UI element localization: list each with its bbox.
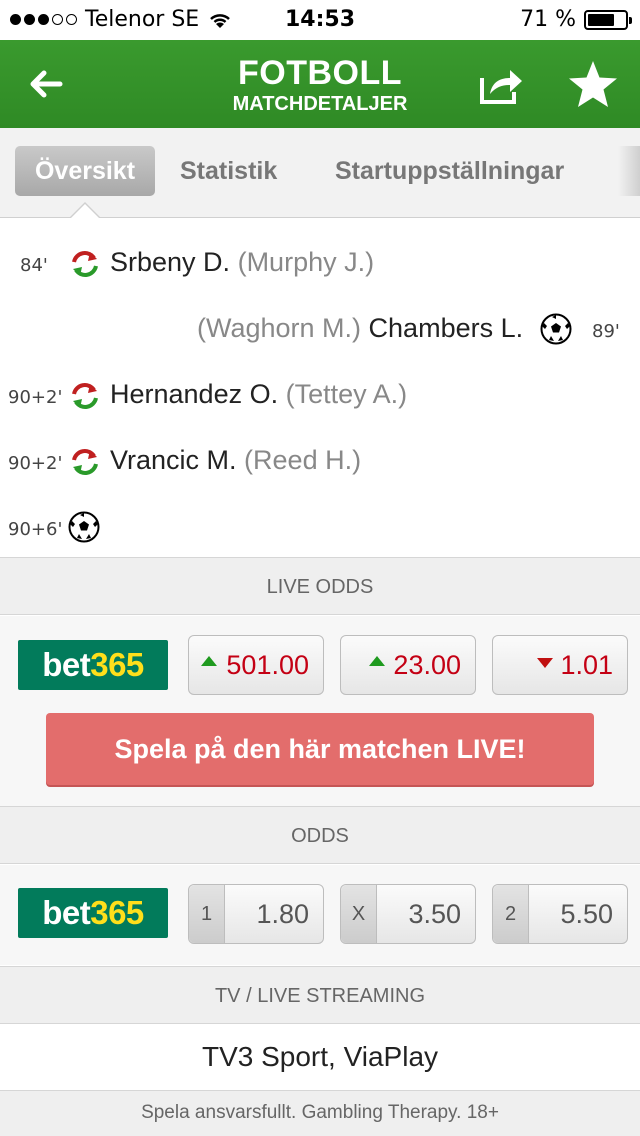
odd-draw-button[interactable]: X 3.50 [340,884,476,944]
event-row: 90+2' Vrancic M. (Reed H.) [0,435,640,485]
event-row: 84' Srbeny D. (Murphy J.) [0,237,640,287]
tab-startuppstallningar[interactable]: Startuppställningar [335,146,564,196]
odds-up-icon [369,656,385,666]
live-odd-draw-button[interactable]: 23.00 [340,635,476,695]
bet365-logo[interactable]: bet365 [18,888,168,938]
tab-oversikt[interactable]: Översikt [15,146,155,196]
player-out: (Reed H.) [244,445,362,475]
odd-label: 2 [493,885,529,943]
tab-scroll-fade [618,146,640,196]
odd-label: 1 [189,885,225,943]
live-odd-value: 1.01 [560,650,613,680]
play-live-button[interactable]: Spela på den här matchen LIVE! [46,713,594,785]
tv-channels: TV3 Sport, ViaPlay [0,1024,640,1090]
responsible-gambling-footer[interactable]: Spela ansvarsfullt. Gambling Therapy. 18… [0,1090,640,1136]
goal-scorer: Chambers L. [368,313,524,343]
tv-streaming-heading: TV / LIVE STREAMING [0,966,640,1024]
substitution-icon [72,383,98,409]
event-row: 90+6' [0,501,640,551]
player-in: Hernandez O. [110,379,279,409]
football-icon [68,511,100,543]
substitution-icon [72,251,98,277]
odds-up-icon [201,656,217,666]
player-in: Vrancic M. [110,445,237,475]
battery-icon [584,9,632,30]
odd-label: X [341,885,377,943]
bet365-logo[interactable]: bet365 [18,640,168,690]
odd-value: 5.50 [560,899,613,929]
player-out: (Tettey A.) [285,379,408,409]
event-minute: 90+2' [8,453,63,474]
odd-home-button[interactable]: 1 1.80 [188,884,324,944]
assist-player: (Waghorn M.) [197,313,362,343]
event-minute: 84' [20,255,48,276]
event-minute: 90+2' [8,387,63,408]
event-minute: 89' [592,321,620,342]
live-odd-away-button[interactable]: 1.01 [492,635,628,695]
live-odds-heading: LIVE ODDS [0,557,640,615]
live-odd-home-button[interactable]: 501.00 [188,635,324,695]
odds-heading: ODDS [0,806,640,864]
football-icon [540,313,572,345]
substitution-icon [72,449,98,475]
share-icon[interactable] [476,64,524,108]
odds-down-icon [537,658,553,668]
page-title: FOTBOLL [237,54,403,92]
event-row: 90+2' Hernandez O. (Tettey A.) [0,369,640,419]
live-odd-value: 501.00 [226,650,309,680]
odds-panel: bet365 1 1.80 X 3.50 2 5.50 [0,865,640,965]
battery-percent: 71 % [520,7,576,32]
player-in: Srbeny D. [110,247,231,277]
odd-away-button[interactable]: 2 5.50 [492,884,628,944]
active-tab-pointer [70,204,100,219]
odd-value: 1.80 [256,899,309,929]
favorite-star-icon[interactable] [566,58,620,112]
status-bar: Telenor SE 14:53 71 % [0,0,640,40]
event-minute: 90+6' [8,519,63,540]
match-events: 84' Srbeny D. (Murphy J.) (Waghorn M.) C… [0,219,640,557]
odd-value: 3.50 [408,899,461,929]
event-row: (Waghorn M.) Chambers L. 89' [0,303,640,353]
app-header: FOTBOLL MATCHDETALJER [0,40,640,128]
page-subtitle: MATCHDETALJER [232,93,408,115]
player-out: (Murphy J.) [237,247,375,277]
tab-statistik[interactable]: Statistik [180,146,277,196]
live-odd-value: 23.00 [393,650,461,680]
